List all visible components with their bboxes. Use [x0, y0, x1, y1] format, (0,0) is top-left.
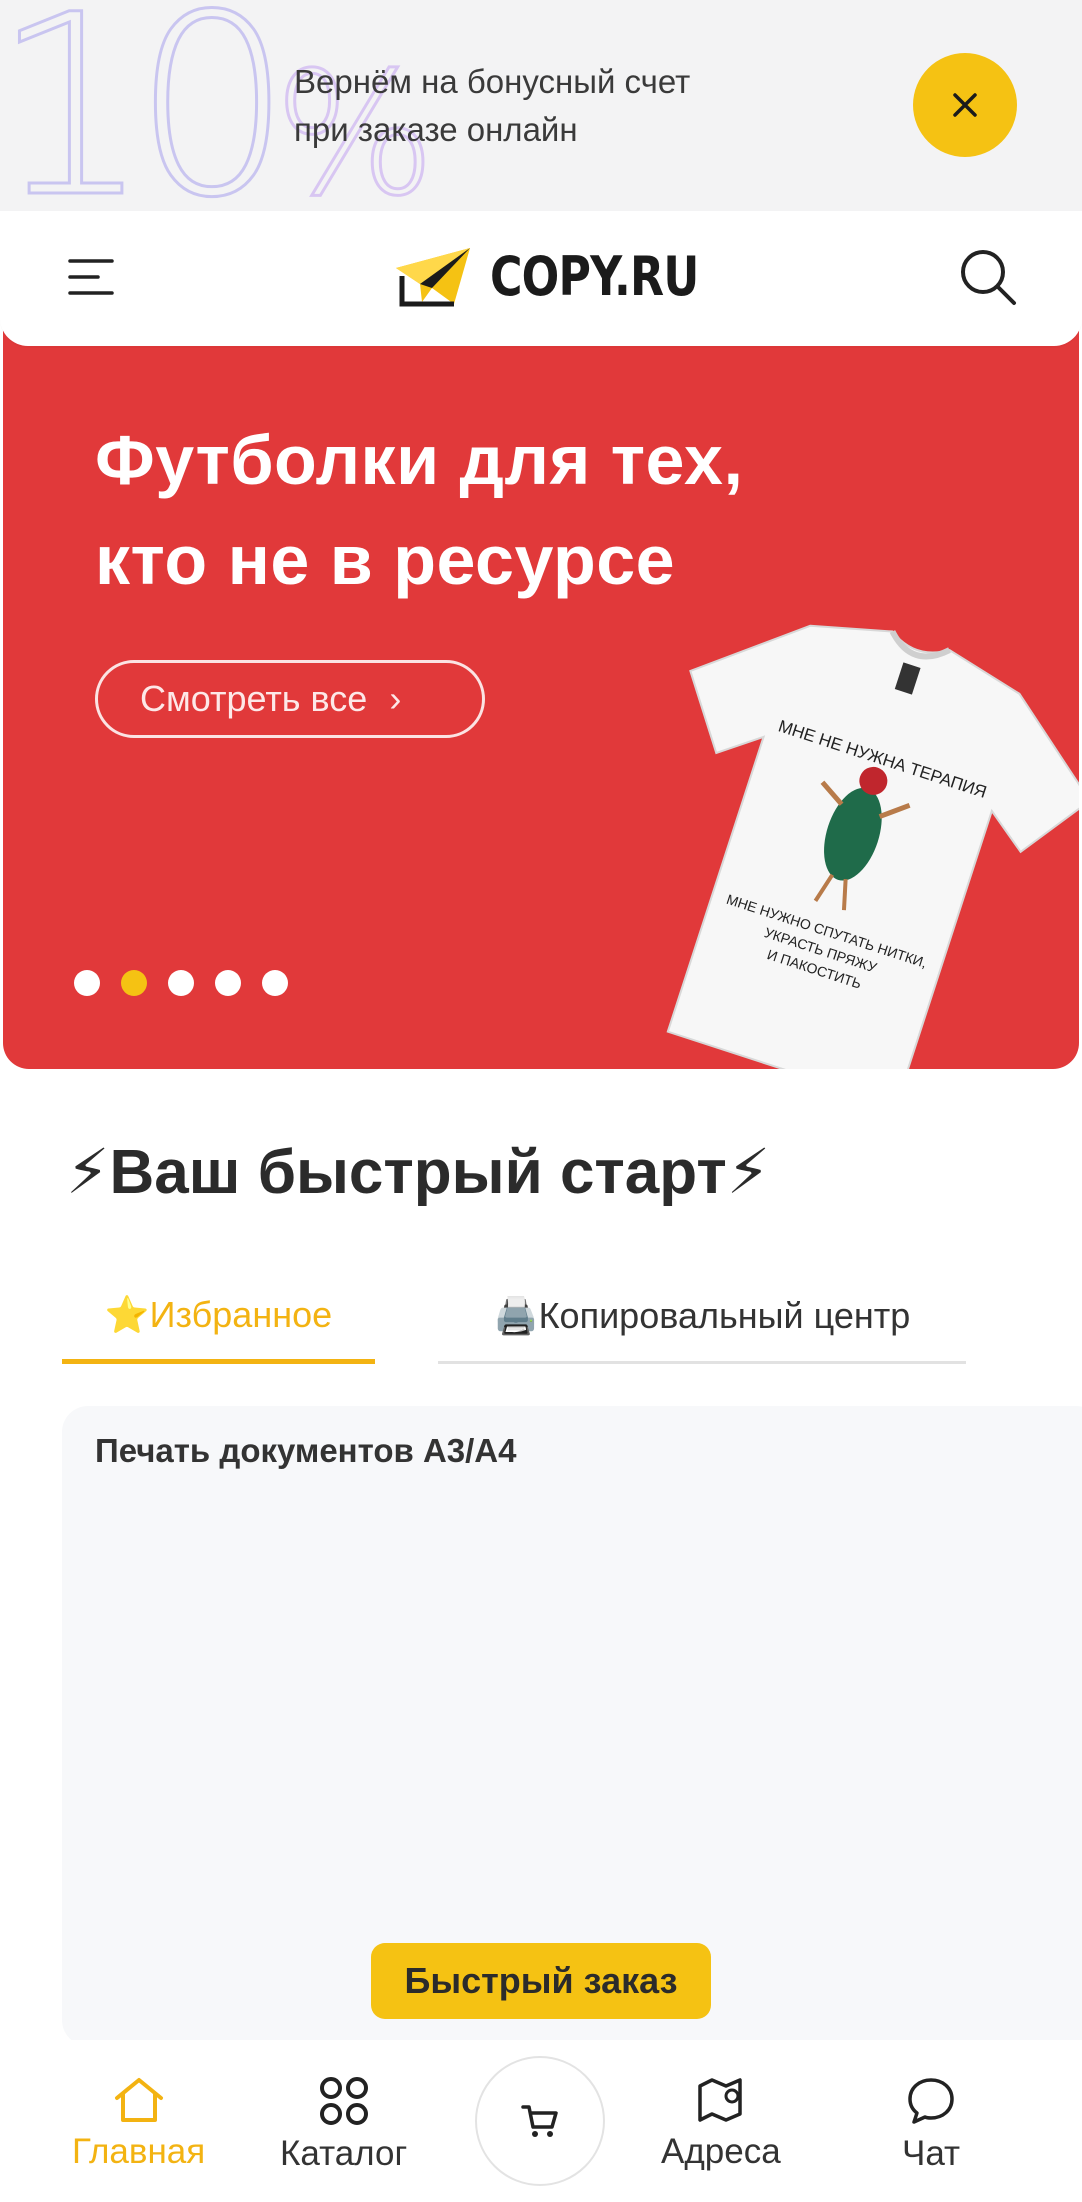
paper-plane-logo-icon	[396, 247, 470, 306]
hero-title-line-1: Футболки для тех,	[95, 421, 744, 499]
carousel-dots	[74, 970, 288, 996]
bottom-navigation: Главная Каталог Адреса Чат	[0, 2040, 1082, 2202]
promo-banner[interactable]: 10% Вернём на бонусный счет при заказе о…	[0, 0, 1082, 211]
promo-big-number: 10	[0, 0, 294, 211]
nav-item-addresses[interactable]: Адреса	[661, 2076, 781, 2172]
menu-button[interactable]	[68, 253, 116, 301]
promo-text: Вернём на бонусный счет при заказе онлай…	[294, 58, 690, 154]
quick-start-tabs: ⭐Избранное 🖨️Копировальный центр	[62, 1270, 966, 1364]
site-header: COPY.RU	[0, 211, 1082, 346]
carousel-dot[interactable]	[74, 970, 100, 996]
logo-text: COPY.RU	[490, 245, 699, 308]
site-logo[interactable]: COPY.RU	[394, 245, 744, 308]
product-card-title: Печать документов А3/А4	[95, 1432, 517, 1469]
view-all-button[interactable]: Смотреть все ›	[95, 660, 485, 738]
cart-icon	[521, 2105, 558, 2137]
nav-chat-label: Чат	[902, 2134, 961, 2173]
nav-catalog-label: Каталог	[280, 2134, 408, 2173]
hero-title-line-2: кто не в ресурсе	[95, 521, 676, 599]
tab-favorites[interactable]: ⭐Избранное	[62, 1270, 375, 1364]
quick-start-title: ⚡Ваш быстрый старт⚡	[66, 1138, 771, 1207]
quick-order-button[interactable]: Быстрый заказ	[371, 1943, 711, 2019]
promo-line-1: Вернём на бонусный счет	[294, 63, 691, 100]
chevron-right-icon: ›	[389, 678, 402, 719]
nav-item-chat[interactable]: Чат	[902, 2076, 960, 2174]
chat-icon	[908, 2078, 954, 2124]
hamburger-icon	[68, 259, 114, 295]
home-icon	[114, 2078, 163, 2122]
nav-item-catalog[interactable]: Каталог	[280, 2076, 407, 2174]
nav-item-home[interactable]: Главная	[72, 2076, 205, 2172]
carousel-dot[interactable]	[215, 970, 241, 996]
search-button[interactable]	[958, 247, 1018, 312]
view-all-label: Смотреть все	[140, 678, 368, 719]
cart-button[interactable]	[475, 2056, 605, 2186]
carousel-dot[interactable]	[262, 970, 288, 996]
promo-close-button[interactable]	[913, 53, 1017, 157]
nav-home-label: Главная	[72, 2132, 206, 2171]
nav-addresses-label: Адреса	[661, 2132, 781, 2171]
tab-copy-center[interactable]: 🖨️Копировальный центр	[438, 1270, 966, 1364]
promo-line-2: при заказе онлайн	[294, 111, 578, 148]
tshirt-image: МНЕ НЕ НУЖНА ТЕРАПИЯ МНЕ НУЖНО СПУТАТЬ Н…	[666, 624, 1079, 1069]
hero-title: Футболки для тех, кто не в ресурсе	[95, 410, 743, 610]
hero-banner[interactable]: Футболки для тех, кто не в ресурсе Смотр…	[3, 320, 1079, 1069]
product-card[interactable]: Печать документов А3/А4 Быстрый заказ	[62, 1406, 1082, 2046]
carousel-dot[interactable]	[121, 970, 147, 996]
map-icon	[698, 2078, 742, 2122]
grid-icon	[319, 2077, 368, 2125]
carousel-dot[interactable]	[168, 970, 194, 996]
close-icon	[953, 93, 977, 117]
search-icon	[961, 250, 1016, 305]
